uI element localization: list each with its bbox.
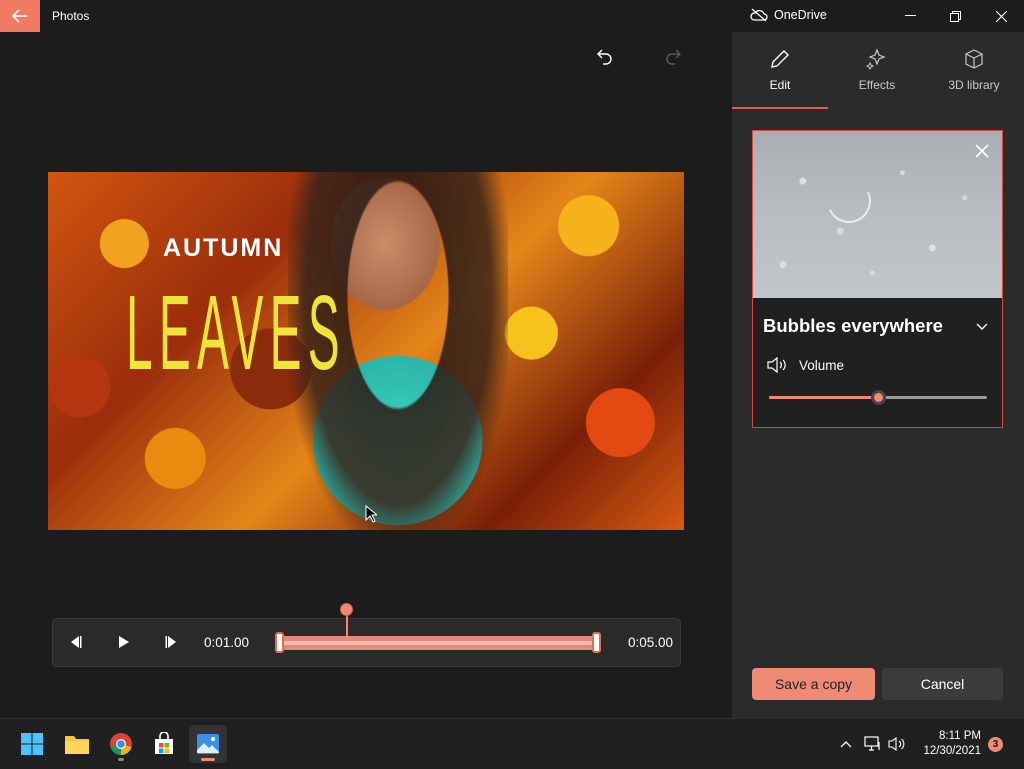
volume-slider[interactable] xyxy=(769,390,987,405)
current-time: 0:01.00 xyxy=(204,635,250,650)
tab-edit[interactable]: Edit xyxy=(732,32,828,108)
app-title: Photos xyxy=(52,9,90,23)
trim-end-handle[interactable] xyxy=(592,632,601,653)
selected-tab-indicator xyxy=(732,107,828,109)
cloud-off-icon xyxy=(750,8,768,22)
play-button[interactable] xyxy=(113,631,135,653)
end-time: 0:05.00 xyxy=(628,635,674,650)
network-icon xyxy=(864,736,880,751)
redo-icon xyxy=(666,49,681,65)
video-preview[interactable]: AUTUMN LEAVES xyxy=(48,172,684,530)
photos-button[interactable] xyxy=(189,725,227,763)
minimize-button[interactable] xyxy=(887,0,933,32)
sparkles-icon xyxy=(866,48,886,70)
close-icon xyxy=(975,144,989,158)
tab-3d-library-label: 3D library xyxy=(948,78,1000,92)
effect-thumbnail xyxy=(753,131,1002,298)
save-copy-button[interactable]: Save a copy xyxy=(752,668,875,700)
chrome-icon xyxy=(110,733,132,755)
active-indicator xyxy=(201,758,215,761)
expand-effect-button[interactable] xyxy=(972,317,992,337)
file-explorer-icon xyxy=(65,736,89,754)
next-frame-button[interactable] xyxy=(161,631,183,653)
effect-name: Bubbles everywhere xyxy=(763,315,943,336)
tab-effects-label: Effects xyxy=(858,78,896,92)
clock[interactable]: 8:11 PM 12/30/2021 xyxy=(915,729,981,759)
trim-range[interactable] xyxy=(275,632,601,653)
close-icon xyxy=(995,10,1007,22)
restore-button[interactable] xyxy=(932,0,978,32)
edit-panel: Edit Effects 3D library Bubbles everywhe… xyxy=(732,32,1024,718)
arrow-left-icon xyxy=(12,9,27,23)
undo-icon xyxy=(597,49,612,65)
photos-icon xyxy=(197,734,219,754)
playback-bar: 0:01.00 0:05.00 xyxy=(52,618,681,667)
onedrive-status[interactable]: OneDrive xyxy=(750,8,827,22)
bubble-graphic xyxy=(820,172,878,230)
running-indicator xyxy=(118,758,124,761)
back-button[interactable] xyxy=(0,0,40,32)
effect-card: Bubbles everywhere Volume xyxy=(752,130,1003,428)
remove-effect-button[interactable] xyxy=(972,141,992,161)
clock-time: 8:11 PM xyxy=(939,730,981,742)
undo-button[interactable] xyxy=(592,44,618,70)
chevron-down-icon xyxy=(976,323,988,330)
minimize-icon xyxy=(904,15,916,16)
overlay-subtitle: LEAVES xyxy=(126,274,346,392)
volume-slider-thumb[interactable] xyxy=(871,390,886,405)
volume-icon xyxy=(888,737,905,751)
chevron-up-icon xyxy=(840,741,852,748)
network-button[interactable] xyxy=(864,735,882,753)
clock-date: 12/30/2021 xyxy=(923,745,981,757)
redo-button[interactable] xyxy=(660,44,686,70)
onedrive-label: OneDrive xyxy=(774,8,827,22)
skip-forward-icon xyxy=(165,636,176,648)
file-explorer-button[interactable] xyxy=(58,725,96,763)
windows-start-icon xyxy=(21,733,43,755)
store-button[interactable] xyxy=(145,725,183,763)
cube-icon xyxy=(965,49,983,69)
mouse-cursor-icon xyxy=(365,505,377,523)
playhead-line xyxy=(346,612,348,640)
trim-start-handle[interactable] xyxy=(275,632,284,653)
taskbar: 8:11 PM 12/30/2021 3 xyxy=(0,718,1024,769)
volume-row: Volume xyxy=(767,357,844,373)
volume-slider-fill xyxy=(769,396,878,399)
start-button[interactable] xyxy=(13,725,51,763)
close-window-button[interactable] xyxy=(978,0,1024,32)
volume-button[interactable] xyxy=(888,735,906,753)
pencil-icon xyxy=(771,50,789,68)
previous-frame-button[interactable] xyxy=(64,631,86,653)
tab-3d-library[interactable]: 3D library xyxy=(926,32,1022,108)
restore-icon xyxy=(949,10,961,22)
chrome-button[interactable] xyxy=(102,725,140,763)
notification-badge[interactable]: 3 xyxy=(988,737,1003,752)
tab-edit-label: Edit xyxy=(769,78,791,92)
play-icon xyxy=(119,636,129,648)
trim-range-fill xyxy=(283,641,593,645)
tab-effects[interactable]: Effects xyxy=(829,32,925,108)
store-icon xyxy=(155,732,173,754)
speaker-icon xyxy=(767,357,786,373)
cancel-button[interactable]: Cancel xyxy=(882,668,1003,700)
show-hidden-icons-button[interactable] xyxy=(837,735,855,753)
skip-back-icon xyxy=(71,636,82,648)
overlay-title: AUTUMN xyxy=(163,234,284,262)
playhead-handle[interactable] xyxy=(340,603,353,616)
volume-label: Volume xyxy=(799,357,845,373)
